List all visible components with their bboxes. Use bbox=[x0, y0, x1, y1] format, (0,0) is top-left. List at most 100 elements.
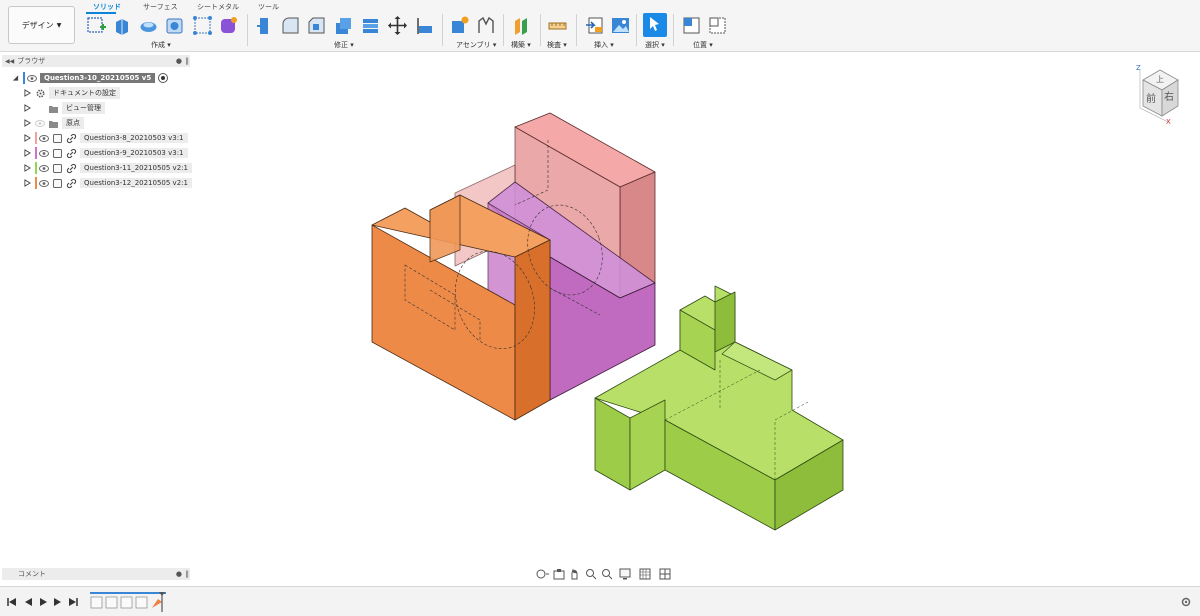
link-icon[interactable] bbox=[66, 163, 77, 174]
expanded-triangle-icon[interactable] bbox=[12, 74, 19, 82]
browser-tree-item-label: Question3-9_20210503 v3:1 bbox=[80, 148, 188, 158]
fit-icon[interactable] bbox=[601, 568, 615, 580]
grid-settings-icon[interactable] bbox=[639, 568, 655, 580]
display-settings-icon[interactable] bbox=[619, 568, 635, 580]
timeline-end-icon[interactable] bbox=[67, 596, 79, 608]
timeline-settings-gear-icon[interactable] bbox=[1180, 596, 1192, 608]
gear-icon bbox=[36, 88, 45, 98]
visibility-eye-icon[interactable] bbox=[39, 179, 49, 187]
chamfer-icon[interactable] bbox=[306, 15, 327, 36]
capture-position-icon[interactable] bbox=[681, 15, 702, 36]
component-color-bar bbox=[35, 147, 37, 159]
fillet-icon[interactable] bbox=[280, 15, 301, 36]
collapse-panel-icon[interactable]: ◀◀ bbox=[5, 58, 14, 65]
separator bbox=[636, 14, 637, 46]
comments-title: コメント bbox=[18, 570, 46, 578]
expand-triangle-icon[interactable] bbox=[24, 104, 31, 112]
revert-position-icon[interactable] bbox=[707, 15, 728, 36]
group-assemble-label[interactable]: アセンブリ ▾ bbox=[456, 40, 496, 50]
modify-label-text: 修正 bbox=[334, 41, 348, 49]
group-select-label[interactable]: 選択 ▾ bbox=[645, 40, 665, 50]
visibility-eye-icon[interactable] bbox=[39, 164, 49, 172]
tab-tools[interactable]: ツール bbox=[258, 2, 279, 12]
link-icon[interactable] bbox=[66, 148, 77, 159]
timeline-previous-icon[interactable] bbox=[22, 596, 34, 608]
joint-icon[interactable] bbox=[475, 15, 496, 36]
new-component-icon[interactable] bbox=[449, 15, 470, 36]
expand-triangle-icon[interactable] bbox=[24, 134, 31, 142]
browser-tree-item[interactable]: ビュー管理 bbox=[24, 101, 105, 115]
group-create-label[interactable]: 作成 ▾ bbox=[151, 40, 171, 50]
model-drawing bbox=[371, 69, 1179, 531]
sweep-icon[interactable] bbox=[164, 15, 185, 36]
visibility-eye-icon[interactable] bbox=[39, 134, 49, 142]
expand-triangle-icon[interactable] bbox=[24, 179, 31, 187]
activate-radio-icon[interactable] bbox=[158, 73, 169, 83]
expand-triangle-icon[interactable] bbox=[24, 164, 31, 172]
browser-tree-item[interactable]: ドキュメントの設定 bbox=[24, 86, 120, 100]
revolve-icon[interactable] bbox=[138, 15, 159, 36]
combine-icon[interactable] bbox=[360, 15, 381, 36]
browser-tree-item[interactable]: Question3-12_20210505 v2:1 bbox=[24, 176, 192, 190]
zoom-icon[interactable] bbox=[585, 568, 597, 580]
browser-options-icon[interactable]: ● bbox=[176, 57, 182, 65]
comments-panel[interactable]: コメント ● ‖ bbox=[2, 568, 190, 580]
visibility-eye-icon[interactable] bbox=[39, 149, 49, 157]
browser-tree-item[interactable]: Question3-9_20210503 v3:1 bbox=[24, 146, 188, 160]
group-position-label[interactable]: 位置 ▾ bbox=[693, 40, 713, 50]
timeline-play-icon[interactable] bbox=[37, 596, 49, 608]
shell-icon[interactable] bbox=[333, 15, 354, 36]
move-icon[interactable] bbox=[387, 15, 408, 36]
viewcube-top-label[interactable]: 上 bbox=[1156, 74, 1164, 85]
timeline-next-icon[interactable] bbox=[52, 596, 64, 608]
align-icon[interactable] bbox=[414, 15, 435, 36]
tab-surface[interactable]: サーフェス bbox=[143, 2, 178, 12]
group-modify-label[interactable]: 修正 ▾ bbox=[334, 40, 354, 50]
separator bbox=[540, 14, 541, 46]
expand-triangle-icon[interactable] bbox=[24, 119, 31, 127]
link-icon[interactable] bbox=[66, 178, 77, 189]
look-at-icon[interactable] bbox=[553, 568, 565, 580]
visibility-eye-icon[interactable] bbox=[27, 74, 37, 82]
viewcube-front-label[interactable]: 前 bbox=[1146, 90, 1156, 105]
create-form-icon[interactable] bbox=[218, 15, 239, 36]
timeline-start-icon[interactable] bbox=[6, 596, 18, 608]
workspace-switcher-button[interactable]: デザイン ▼ bbox=[8, 6, 75, 44]
rectangular-pattern-icon[interactable] bbox=[192, 15, 213, 36]
press-pull-icon[interactable] bbox=[254, 15, 275, 36]
offset-plane-icon[interactable] bbox=[511, 15, 532, 36]
component-color-bar bbox=[35, 177, 37, 189]
timeline-track[interactable] bbox=[90, 592, 166, 612]
browser-tree-item[interactable]: Question3-11_20210505 v2:1 bbox=[24, 161, 192, 175]
measure-icon[interactable] bbox=[547, 15, 568, 36]
component-color-bar bbox=[35, 162, 37, 174]
insert-image-icon[interactable] bbox=[610, 15, 631, 36]
viewports-icon[interactable] bbox=[659, 568, 675, 580]
expand-triangle-icon[interactable] bbox=[24, 149, 31, 157]
browser-tree-item-label: Question3-11_20210505 v2:1 bbox=[80, 163, 192, 173]
component-icon bbox=[53, 163, 62, 173]
pan-hand-icon[interactable] bbox=[569, 568, 581, 580]
viewcube-right-label[interactable]: 右 bbox=[1164, 88, 1174, 103]
new-sketch-icon[interactable] bbox=[86, 15, 107, 36]
browser-root-row[interactable]: Question3-10_20210505 v5 bbox=[12, 71, 169, 85]
extrude-icon[interactable] bbox=[112, 15, 133, 36]
tab-solid[interactable]: ソリッド bbox=[93, 2, 121, 12]
3d-viewport-canvas[interactable]: 上 前 右 Z X bbox=[190, 52, 1200, 564]
visibility-eye-icon[interactable] bbox=[35, 119, 45, 127]
pin-panel-icon[interactable]: ‖ bbox=[186, 57, 190, 65]
link-icon[interactable] bbox=[66, 133, 77, 144]
comments-options-icon[interactable]: ● bbox=[176, 570, 182, 578]
orbit-icon[interactable] bbox=[535, 568, 549, 580]
pin-comments-icon[interactable]: ‖ bbox=[186, 570, 190, 578]
browser-tree-item[interactable]: 原点 bbox=[24, 116, 84, 130]
group-insert-label[interactable]: 挿入 ▾ bbox=[594, 40, 614, 50]
orange-component[interactable] bbox=[371, 194, 551, 421]
insert-derive-icon[interactable] bbox=[584, 15, 605, 36]
expand-triangle-icon[interactable] bbox=[24, 89, 31, 97]
tab-sheet-metal[interactable]: シートメタル bbox=[197, 2, 239, 12]
browser-tree-item[interactable]: Question3-8_20210503 v3:1 bbox=[24, 131, 188, 145]
select-tool-icon[interactable] bbox=[643, 13, 667, 37]
group-inspect-label[interactable]: 検査 ▾ bbox=[547, 40, 567, 50]
group-construct-label[interactable]: 構築 ▾ bbox=[511, 40, 531, 50]
